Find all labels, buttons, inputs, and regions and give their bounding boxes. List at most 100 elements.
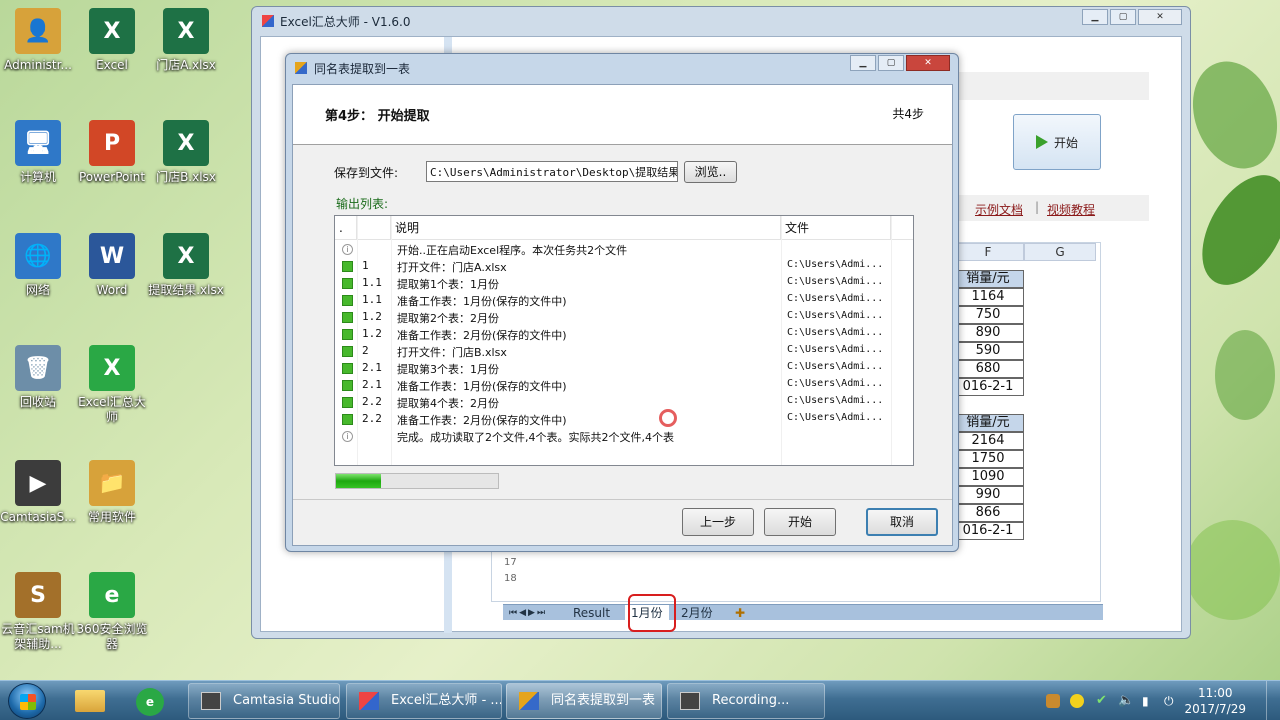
minimize-button[interactable]: ▁ bbox=[1082, 9, 1108, 25]
desktop-icon[interactable]: 🖥 计算机 bbox=[0, 120, 76, 185]
list-item[interactable]: 1.1 提取第1个表：1月份 C:\Users\Admi... bbox=[335, 275, 913, 292]
volume-icon[interactable]: 🔈 bbox=[1118, 694, 1134, 708]
task-camtasia[interactable]: Camtasia Studio... bbox=[188, 683, 340, 719]
list-item[interactable]: 1.2 准备工作表：2月份(保存的文件中) C:\Users\Admi... bbox=[335, 326, 913, 343]
last-sheet-icon[interactable]: ⏭ bbox=[537, 608, 547, 618]
info-icon: i bbox=[342, 431, 353, 442]
col-header-file[interactable]: 文件 bbox=[781, 216, 891, 240]
desktop-icon[interactable]: X Excel汇总大师 bbox=[74, 345, 150, 425]
desktop-icon-label: Excel bbox=[96, 58, 128, 72]
col-header-no[interactable] bbox=[357, 216, 391, 240]
desktop-icon-label: Excel汇总大师 bbox=[78, 395, 146, 424]
show-desktop-button[interactable] bbox=[1266, 681, 1280, 720]
desktop-icon[interactable]: W Word bbox=[74, 233, 150, 298]
sheet-nav-icons[interactable]: ⏮◀▶⏭ bbox=[503, 605, 553, 621]
col-header-index[interactable]: . bbox=[335, 216, 357, 240]
desktop-icon[interactable]: 👤 Administr... bbox=[0, 8, 76, 73]
tray-check-icon[interactable]: ✔ bbox=[1096, 694, 1110, 708]
new-sheet-icon[interactable]: ✚ bbox=[729, 605, 751, 621]
power-icon[interactable]: ⏻ bbox=[1164, 694, 1178, 708]
start-button[interactable]: 开始 bbox=[1013, 114, 1101, 170]
windows-logo-icon bbox=[20, 694, 36, 710]
excel-master-icon bbox=[359, 692, 379, 710]
desktop-icon-image: e bbox=[89, 572, 135, 618]
maximize-button[interactable]: ▢ bbox=[1110, 9, 1136, 25]
desktop-icon[interactable]: X 提取结果.xlsx bbox=[148, 233, 224, 298]
desktop-icon[interactable]: P PowerPoint bbox=[74, 120, 150, 185]
task-excel-master[interactable]: Excel汇总大师 - ... bbox=[346, 683, 502, 719]
list-item-description: 准备工作表：2月份(保存的文件中) bbox=[397, 414, 567, 427]
list-item-file: C:\Users\Admi... bbox=[787, 344, 884, 355]
list-item-description: 打开文件：门店B.xlsx bbox=[397, 346, 507, 359]
list-item-number: 1.2 bbox=[362, 327, 382, 340]
list-item[interactable]: 2 打开文件：门店B.xlsx C:\Users\Admi... bbox=[335, 343, 913, 360]
network-icon[interactable]: ▮ bbox=[1142, 694, 1156, 708]
desktop-icon[interactable]: ▶ CamtasiaS... bbox=[0, 460, 76, 525]
example-docs-link[interactable]: 示例文档 bbox=[975, 201, 1023, 218]
task-recording[interactable]: Recording... bbox=[667, 683, 825, 719]
table-cell: 016-2-1 bbox=[952, 522, 1024, 540]
clock[interactable]: 11:00 2017/7/29 bbox=[1184, 685, 1246, 717]
desktop-icon[interactable]: X 门店B.xlsx bbox=[148, 120, 224, 185]
desktop-icon[interactable]: 🌐 网络 bbox=[0, 233, 76, 298]
desktop-icon[interactable]: 📁 常用软件 bbox=[74, 460, 150, 525]
close-button[interactable]: ✕ bbox=[1138, 9, 1182, 25]
list-item-file: C:\Users\Admi... bbox=[787, 395, 884, 406]
desktop-icon-image: X bbox=[163, 8, 209, 54]
output-list[interactable]: . 说明 文件 i 开始..正在启动Excel程序。本次任务共2个文件 1 打开文件：… bbox=[334, 215, 914, 466]
desktop-icon-label: 门店B.xlsx bbox=[156, 170, 216, 184]
list-item[interactable]: 2.2 准备工作表：2月份(保存的文件中) C:\Users\Admi... bbox=[335, 411, 913, 428]
sheet-tab-result[interactable]: Result bbox=[567, 605, 616, 621]
pinned-browser[interactable]: e bbox=[122, 684, 178, 718]
previous-step-button[interactable]: 上一步 bbox=[682, 508, 754, 536]
desktop-icon[interactable]: X Excel bbox=[74, 8, 150, 73]
list-item[interactable]: i 完成。成功读取了2个文件,4个表。实际共2个文件,4个表 bbox=[335, 428, 913, 445]
sheet-tab-feb[interactable]: 2月份 bbox=[675, 605, 719, 621]
start-extract-button[interactable]: 开始 bbox=[764, 508, 836, 536]
list-item[interactable]: 1.1 准备工作表：1月份(保存的文件中) C:\Users\Admi... bbox=[335, 292, 913, 309]
desktop-icon-label: 云音汇sam机架辅助... bbox=[1, 622, 75, 651]
row-number: 17 bbox=[504, 557, 517, 568]
task-extract-dialog[interactable]: 同名表提取到一表 bbox=[506, 683, 662, 719]
desktop-icon-image: 📁 bbox=[89, 460, 135, 506]
desktop-icon-label: 常用软件 bbox=[87, 510, 136, 524]
clock-date: 2017/7/29 bbox=[1184, 702, 1246, 716]
desktop-icon-image: 🖥 bbox=[15, 120, 61, 166]
wallpaper-clover bbox=[1178, 49, 1280, 181]
column-header-g: G bbox=[1024, 243, 1096, 261]
list-item[interactable]: 1.2 提取第2个表：2月份 C:\Users\Admi... bbox=[335, 309, 913, 326]
desktop-icon[interactable]: S 云音汇sam机架辅助... bbox=[0, 572, 76, 652]
col-header-desc[interactable]: 说明 bbox=[391, 216, 781, 240]
table-cell: 1090 bbox=[952, 468, 1024, 486]
start-menu-button[interactable] bbox=[8, 683, 46, 719]
save-path-field[interactable] bbox=[426, 161, 678, 182]
table-cell: 2164 bbox=[952, 432, 1024, 450]
desktop-icon-label: Word bbox=[96, 283, 128, 297]
list-item-number: 2.2 bbox=[362, 412, 382, 425]
desktop-icon-label: 网络 bbox=[25, 283, 50, 297]
desktop-icon[interactable]: 🗑 回收站 bbox=[0, 345, 76, 410]
list-item-file: C:\Users\Admi... bbox=[787, 327, 884, 338]
dialog-minimize-button[interactable]: ▁ bbox=[850, 55, 876, 71]
desktop-icon[interactable]: e 360安全浏览器 bbox=[74, 572, 150, 652]
tray-app-icon[interactable] bbox=[1046, 694, 1060, 708]
cancel-button[interactable]: 取消 bbox=[866, 508, 938, 536]
first-sheet-icon[interactable]: ⏮ bbox=[509, 608, 519, 618]
tray-security-icon[interactable] bbox=[1070, 694, 1084, 708]
table-cell: 750 bbox=[952, 306, 1024, 324]
video-tutorial-link[interactable]: 视频教程 bbox=[1047, 201, 1095, 218]
sheet-tabs: ⏮◀▶⏭ Result 1月份 2月份 ✚ bbox=[503, 604, 1103, 621]
browse-button[interactable]: 浏览.. bbox=[684, 161, 737, 183]
list-item[interactable]: 2.1 准备工作表：1月份(保存的文件中) C:\Users\Admi... bbox=[335, 377, 913, 394]
list-item[interactable]: i 开始..正在启动Excel程序。本次任务共2个文件 bbox=[335, 241, 913, 258]
list-item[interactable]: 2.1 提取第3个表：1月份 C:\Users\Admi... bbox=[335, 360, 913, 377]
desktop-icon-image: 👤 bbox=[15, 8, 61, 54]
prev-sheet-icon[interactable]: ◀ bbox=[519, 608, 528, 618]
pinned-explorer[interactable] bbox=[62, 684, 118, 718]
dialog-maximize-button[interactable]: ▢ bbox=[878, 55, 904, 71]
desktop-icon[interactable]: X 门店A.xlsx bbox=[148, 8, 224, 73]
dialog-close-button[interactable]: ✕ bbox=[906, 55, 950, 71]
next-sheet-icon[interactable]: ▶ bbox=[528, 608, 537, 618]
list-item[interactable]: 1 打开文件：门店A.xlsx C:\Users\Admi... bbox=[335, 258, 913, 275]
list-item[interactable]: 2.2 提取第4个表：2月份 C:\Users\Admi... bbox=[335, 394, 913, 411]
